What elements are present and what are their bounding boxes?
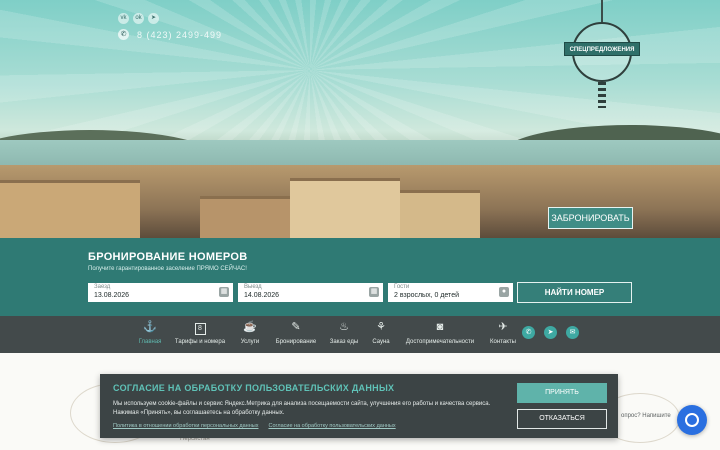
phone-number[interactable]: 8 (423) 2499-499 — [137, 30, 222, 40]
nav-item-food[interactable]: ♨ Заказ еды — [328, 320, 360, 345]
cookie-links: Политика в отношении обработки персональ… — [113, 423, 396, 429]
booking-subtitle: Получите гарантированное заселение ПРЯМО… — [88, 266, 247, 272]
checkout-label: Выезд — [244, 284, 262, 290]
calendar-icon: ▦ — [219, 287, 229, 297]
nav-item-rooms[interactable]: 8 Тарифы и номера — [174, 320, 226, 345]
sauna-icon: ⚘ — [376, 321, 386, 333]
building — [400, 190, 480, 238]
guests-value[interactable]: 2 взрослых, 0 детей — [394, 292, 459, 299]
hero-book-button[interactable]: ЗАБРОНИРОВАТЬ — [548, 207, 633, 229]
checkout-field[interactable]: Выезд 14.08.2026 ▦ — [238, 283, 383, 302]
special-offers-badge[interactable]: СПЕЦПРЕДЛОЖЕНИЯ — [562, 0, 642, 110]
nav-label: Заказ еды — [329, 339, 359, 345]
badge-tail — [598, 82, 606, 108]
coffee-cup-icon: ☕ — [243, 321, 257, 333]
badge-chain — [601, 0, 603, 22]
checkin-label: Заезд — [94, 284, 111, 290]
decline-button[interactable]: ОТКАЗАТЬСЯ — [517, 409, 607, 429]
nav-label: Тарифы и номера — [174, 339, 226, 345]
booking-icon: ✎ — [291, 321, 301, 333]
nav-item-booking[interactable]: ✎ Бронирование — [274, 320, 318, 345]
nav-item-home[interactable]: ⚓ Главная — [136, 320, 164, 345]
nav-label: Услуги — [240, 339, 260, 345]
hero-banner: vk ok ➤ ✆ 8 (423) 2499-499 СПЕЦПРЕДЛОЖЕН… — [0, 0, 720, 238]
food-order-icon: ♨ — [339, 321, 349, 333]
building — [0, 180, 140, 238]
booking-panel: БРОНИРОВАНИЕ НОМЕРОВ Получите гарантиров… — [0, 238, 720, 316]
chat-widget-button[interactable] — [677, 405, 707, 435]
cookie-consent-banner: СОГЛАСИЕ НА ОБРАБОТКУ ПОЛЬЗОВАТЕЛЬСКИХ Д… — [100, 374, 618, 438]
nav-label: Сауна — [372, 339, 390, 345]
nav-item-sauna[interactable]: ⚘ Сауна — [370, 320, 392, 345]
nav-item-services[interactable]: ☕ Услуги — [237, 320, 263, 345]
anchor-icon: ⚓ — [143, 321, 157, 333]
checkout-value[interactable]: 14.08.2026 — [244, 292, 279, 299]
phone-block: ✆ 8 (423) 2499-499 — [118, 29, 222, 40]
badge-ribbon-label: СПЕЦПРЕДЛОЖЕНИЯ — [564, 42, 640, 56]
privacy-policy-link[interactable]: Политика в отношении обработки персональ… — [113, 423, 258, 429]
plane-icon: ✈ — [498, 321, 508, 333]
ok-icon[interactable]: ok — [133, 13, 144, 24]
vk-icon[interactable]: vk — [118, 13, 129, 24]
calendar-icon: ▦ — [369, 287, 379, 297]
main-nav: ⚓ Главная 8 Тарифы и номера ☕ Услуги ✎ Б… — [0, 316, 720, 353]
content-peek-right: опрос? Напишите — [621, 413, 671, 419]
nav-label: Контакты — [490, 339, 516, 345]
guests-label: Гости — [394, 284, 410, 290]
camera-icon: ◙ — [436, 321, 444, 333]
cookie-body: Мы используем cookie-файлы и сервис Янде… — [113, 401, 491, 416]
find-room-button[interactable]: НАЙТИ НОМЕР — [517, 282, 632, 303]
nav-label: Достопримечательности — [405, 339, 475, 345]
chat-icon[interactable]: ✉ — [566, 326, 579, 339]
whatsapp-icon[interactable]: ✆ — [522, 326, 535, 339]
building — [200, 196, 290, 238]
nav-item-sights[interactable]: ◙ Достопримечательности — [403, 320, 477, 345]
person-icon: ● — [499, 287, 509, 297]
nav-label: Главная — [138, 339, 162, 345]
accept-button[interactable]: ПРИНЯТЬ — [517, 383, 607, 403]
building — [290, 178, 400, 238]
nav-label: Бронирование — [275, 339, 317, 345]
chat-bubble-icon — [685, 413, 699, 427]
booking-title: БРОНИРОВАНИЕ НОМЕРОВ — [88, 251, 248, 263]
checkin-field[interactable]: Заезд 13.08.2026 ▦ — [88, 283, 233, 302]
phone-icon: ✆ — [118, 29, 129, 40]
telegram-icon[interactable]: ➤ — [148, 13, 159, 24]
room-8-icon: 8 — [174, 320, 226, 335]
consent-link[interactable]: Согласие на обработку пользовательских д… — [268, 423, 395, 429]
checkin-value[interactable]: 13.08.2026 — [94, 292, 129, 299]
telegram-icon[interactable]: ➤ — [544, 326, 557, 339]
guests-field[interactable]: Гости 2 взрослых, 0 детей ● — [388, 283, 513, 302]
social-links: vk ok ➤ — [118, 13, 159, 24]
nav-item-contacts[interactable]: ✈ Контакты — [488, 320, 518, 345]
cookie-title: СОГЛАСИЕ НА ОБРАБОТКУ ПОЛЬЗОВАТЕЛЬСКИХ Д… — [113, 383, 395, 393]
